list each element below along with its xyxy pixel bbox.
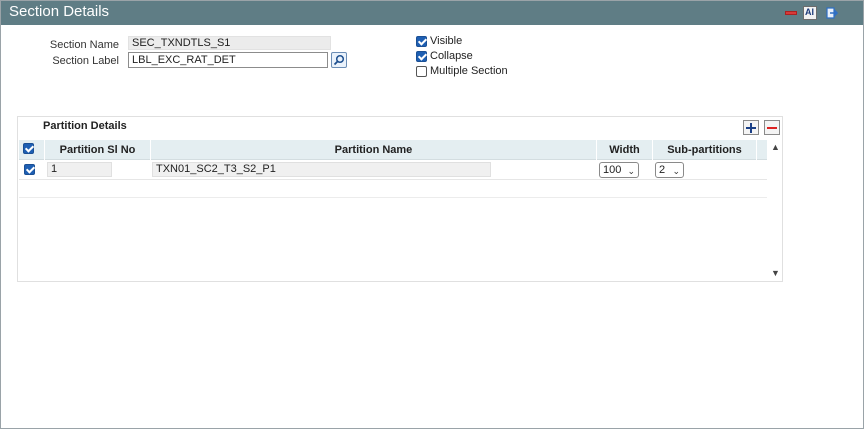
partition-details-title: Partition Details [43, 120, 127, 132]
section-label-label: Section Label [52, 55, 119, 67]
sub-partitions-select[interactable]: 2 ⌄ [655, 162, 684, 178]
select-all-cell [19, 140, 45, 160]
chevron-up-icon[interactable]: ▲ [771, 142, 780, 152]
column-header-sub-partitions[interactable]: Sub-partitions [653, 140, 757, 160]
chevron-down-icon: ⌄ [627, 166, 635, 176]
partition-name-input[interactable]: TXN01_SC2_T3_S2_P1 [152, 162, 491, 177]
width-value: 100 [603, 164, 622, 176]
lookup-button[interactable] [331, 52, 347, 68]
multiple-section-label: Multiple Section [430, 65, 508, 77]
minimize-icon[interactable] [784, 6, 798, 20]
column-header-sl-no[interactable]: Partition Sl No [45, 140, 151, 160]
section-label-input[interactable]: LBL_EXC_RAT_DET [128, 52, 328, 68]
collapse-label: Collapse [430, 50, 473, 62]
window-title: Section Details [9, 3, 110, 20]
chevron-down-icon[interactable]: ▼ [771, 268, 780, 278]
visible-checkbox[interactable] [416, 36, 427, 47]
collapse-checkbox[interactable] [416, 51, 427, 62]
section-name-field: SEC_TXNDTLS_S1 [128, 36, 331, 50]
column-header-width[interactable]: Width [597, 140, 653, 160]
column-header-name[interactable]: Partition Name [151, 140, 597, 160]
title-bar: Section Details AI [1, 1, 863, 25]
multiple-section-checkbox[interactable] [416, 66, 427, 77]
vertical-scrollbar[interactable]: ▲ ▼ [768, 140, 782, 281]
ai-icon[interactable]: AI [803, 6, 817, 20]
visible-label: Visible [430, 35, 463, 47]
partition-sl-no-input[interactable]: 1 [47, 162, 112, 177]
table-row: 1 TXN01_SC2_T3_S2_P1 100 ⌄ 2 ⌄ [19, 160, 767, 180]
width-select[interactable]: 100 ⌄ [599, 162, 639, 178]
partition-details-panel: Partition Details Partition Sl No Partit… [17, 116, 783, 282]
grid-divider [19, 197, 767, 198]
sub-partitions-value: 2 [659, 164, 666, 176]
plus-icon[interactable] [743, 120, 759, 135]
partition-grid-header: Partition Sl No Partition Name Width Sub… [19, 140, 767, 160]
section-details-window: Section Details AI Section Name SEC_TXND… [0, 0, 864, 429]
exit-icon[interactable] [824, 6, 839, 20]
chevron-down-icon: ⌄ [672, 166, 680, 176]
minus-icon[interactable] [764, 120, 780, 135]
search-icon [333, 54, 345, 66]
section-name-label: Section Name [49, 39, 119, 51]
row-checkbox[interactable] [24, 164, 35, 175]
select-all-checkbox[interactable] [23, 143, 34, 154]
